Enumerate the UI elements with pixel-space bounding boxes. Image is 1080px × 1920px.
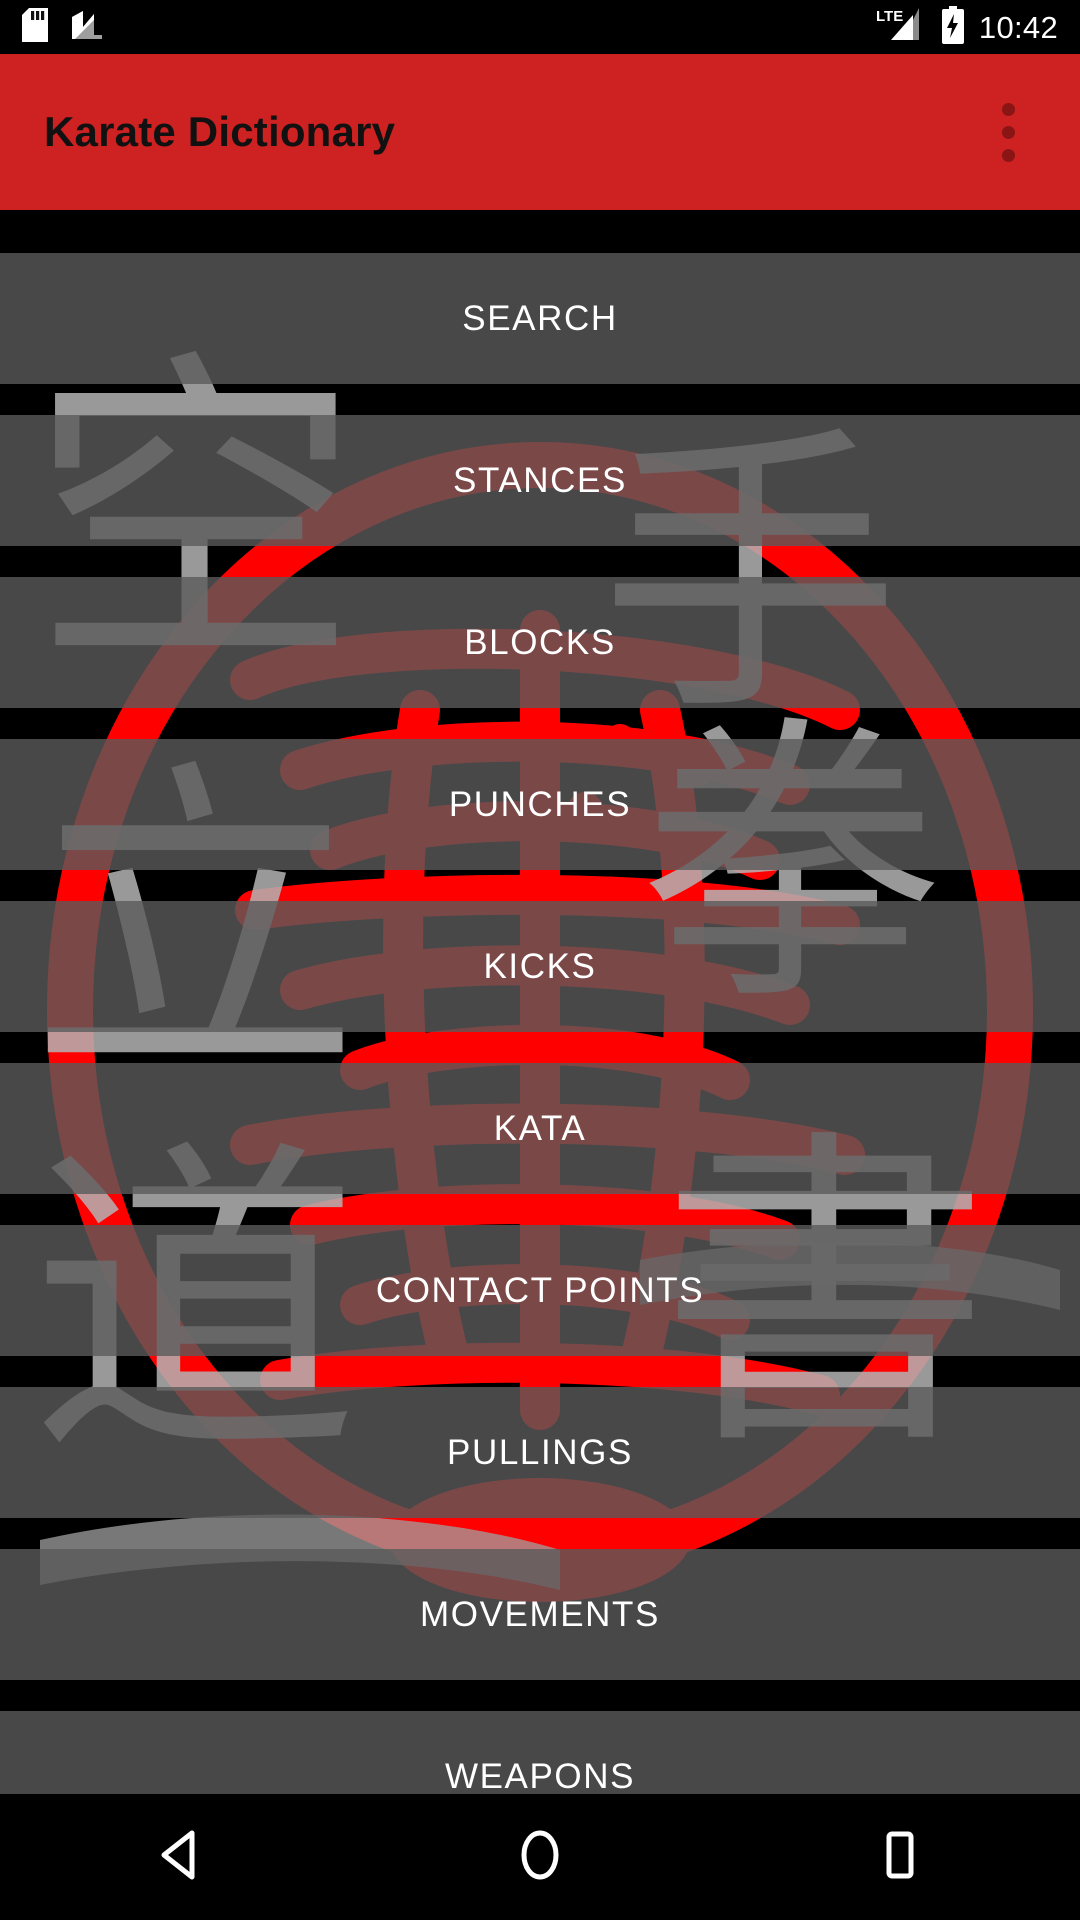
menu-item-pullings[interactable]: PULLINGS [0,1387,1080,1518]
battery-charging-icon [941,5,965,49]
menu-item-label: SEARCH [462,298,618,338]
overflow-dot [1001,148,1015,162]
android-nougat-icon [70,8,104,47]
status-bar-right-icons: LTE 10:42 [875,5,1058,49]
navigation-bar [0,1794,1080,1920]
overflow-dot [1001,102,1015,116]
phone-screen: LTE 10:42 Karate Dictionary SEARCH STANC… [0,0,1080,1920]
sd-card-icon [22,7,48,47]
home-button[interactable] [465,1794,615,1920]
menu-item-label: BLOCKS [464,622,616,662]
menu-item-weapons[interactable]: WEAPONS [0,1711,1080,1794]
menu-item-label: PULLINGS [447,1432,633,1472]
menu-list: SEARCH STANCES BLOCKS PUNCHES KICKS KATA… [0,210,1080,1794]
recents-square-icon [876,1829,924,1886]
menu-item-label: STANCES [453,460,627,500]
status-bar-clock: 10:42 [978,9,1058,45]
menu-item-label: KATA [493,1108,587,1148]
home-circle-icon [514,1829,566,1886]
main-content: 空 手 立 拳 道 書 SEARCH STANCES BLOCKS [0,210,1080,1794]
menu-item-label: CONTACT POINTS [375,1270,705,1310]
status-bar: LTE 10:42 [0,0,1080,54]
svg-text:LTE: LTE [876,8,903,25]
back-button[interactable] [105,1794,255,1920]
menu-item-blocks[interactable]: BLOCKS [0,577,1080,708]
overflow-dot [1001,125,1015,139]
menu-item-stances[interactable]: STANCES [0,415,1080,546]
menu-item-search[interactable]: SEARCH [0,253,1080,384]
menu-item-movements[interactable]: MOVEMENTS [0,1549,1080,1680]
lte-signal-icon: LTE [875,6,927,49]
recents-button[interactable] [825,1794,975,1920]
menu-item-kicks[interactable]: KICKS [0,901,1080,1032]
overflow-menu-icon[interactable] [980,87,1036,177]
app-bar: Karate Dictionary [0,54,1080,210]
menu-item-kata[interactable]: KATA [0,1063,1080,1194]
menu-item-punches[interactable]: PUNCHES [0,739,1080,870]
menu-item-label: WEAPONS [444,1756,636,1795]
back-triangle-icon [156,1829,204,1886]
menu-item-label: PUNCHES [448,784,632,824]
page-title: Karate Dictionary [44,108,396,155]
menu-item-label: KICKS [483,946,597,986]
menu-item-label: MOVEMENTS [420,1594,660,1634]
status-bar-left-icons [22,7,104,47]
menu-item-contact-points[interactable]: CONTACT POINTS [0,1225,1080,1356]
